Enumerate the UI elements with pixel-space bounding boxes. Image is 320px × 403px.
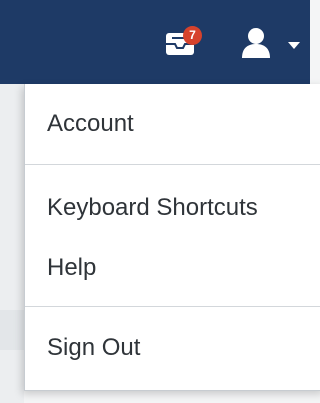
menu-item-help[interactable]: Help — [47, 254, 96, 282]
user-icon — [242, 28, 270, 58]
page-background — [0, 84, 24, 403]
menu-divider — [25, 306, 320, 307]
background-row — [0, 310, 24, 350]
menu-item-account[interactable]: Account — [47, 110, 134, 138]
top-navigation-bar: 7 — [0, 0, 310, 84]
notification-count-badge: 7 — [183, 26, 202, 45]
user-dropdown-menu: Account Keyboard Shortcuts Help Sign Out — [24, 84, 320, 391]
caret-down-icon — [288, 42, 300, 49]
menu-item-sign-out[interactable]: Sign Out — [47, 334, 140, 362]
menu-divider — [25, 164, 320, 165]
notifications-button[interactable]: 7 — [165, 26, 202, 58]
user-menu-button[interactable] — [240, 26, 302, 62]
menu-item-keyboard-shortcuts[interactable]: Keyboard Shortcuts — [47, 194, 258, 222]
